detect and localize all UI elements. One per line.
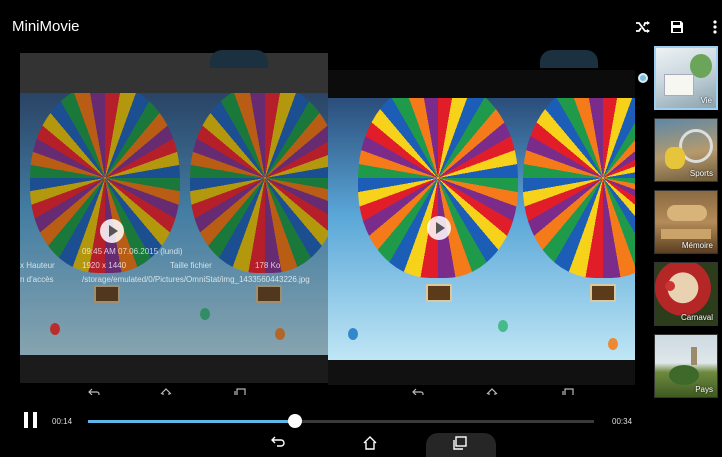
playback-controls: 00:14 00:34 <box>0 405 648 433</box>
ghost-recent-pill <box>540 50 598 68</box>
selected-theme-indicator <box>638 73 648 83</box>
balloon-image <box>328 98 635 360</box>
theme-memoire[interactable]: Mémoire <box>654 190 718 254</box>
play-icon <box>100 219 124 243</box>
system-nav-bar <box>0 433 722 457</box>
back-icon[interactable] <box>270 435 286 451</box>
video-preview[interactable]: 09:45 AM 07.06.2015 (lundi) x Hauteur 19… <box>0 50 648 395</box>
theme-list: Vie Sports Mémoire Carnaval Pays <box>654 46 718 406</box>
previous-frame-panel: 09:45 AM 07.06.2015 (lundi) x Hauteur 19… <box>20 53 328 383</box>
seek-bar-thumb[interactable] <box>288 414 303 428</box>
current-time: 00:14 <box>52 417 73 426</box>
balloon-image <box>20 93 328 355</box>
recent-apps-icon[interactable] <box>452 435 468 451</box>
seek-bar-progress <box>88 420 296 423</box>
theme-label: Pays <box>695 385 713 394</box>
ghost-recent-icon <box>562 383 574 395</box>
ghost-back-icon <box>412 383 424 395</box>
panel-bottom-shade <box>20 355 328 383</box>
info-path-label: n d'accès <box>20 275 54 284</box>
app-bar: MiniMovie <box>0 0 722 50</box>
ghost-back-icon <box>88 383 100 395</box>
theme-label: Sports <box>689 169 713 178</box>
ghost-recent-pill <box>210 50 268 68</box>
theme-label: Mémoire <box>681 241 713 250</box>
total-time: 00:34 <box>612 417 633 426</box>
current-frame-panel <box>328 70 635 385</box>
theme-sports[interactable]: Sports <box>654 118 718 182</box>
theme-vie[interactable]: Vie <box>654 46 718 110</box>
ghost-recent-icon <box>234 383 246 395</box>
info-path-value: /storage/emulated/0/Pictures/OmniStat/im… <box>82 275 310 284</box>
ghost-home-icon <box>486 383 498 395</box>
info-size-label: Taille fichier <box>170 261 212 270</box>
pause-button[interactable] <box>24 412 38 428</box>
seek-bar[interactable] <box>88 414 594 428</box>
shuffle-icon[interactable] <box>634 18 652 36</box>
ghost-home-icon <box>160 383 172 395</box>
theme-carnaval[interactable]: Carnaval <box>654 262 718 326</box>
panel-top-shade <box>328 70 635 98</box>
theme-pays[interactable]: Pays <box>654 334 718 398</box>
more-vert-icon[interactable] <box>706 18 722 36</box>
panel-top-shade <box>20 53 328 93</box>
app-title: MiniMovie <box>12 18 80 35</box>
info-resolution-label: x Hauteur <box>20 261 55 270</box>
info-date: 09:45 AM 07.06.2015 (lundi) <box>82 247 183 256</box>
info-size-value: 178 Ko <box>255 261 281 270</box>
save-icon[interactable] <box>668 18 686 36</box>
theme-label: Vie <box>700 96 712 105</box>
info-resolution-value: 1920 x 1440 <box>82 261 127 270</box>
play-icon[interactable] <box>427 216 451 240</box>
home-icon[interactable] <box>362 435 378 451</box>
theme-label: Carnaval <box>680 313 713 322</box>
